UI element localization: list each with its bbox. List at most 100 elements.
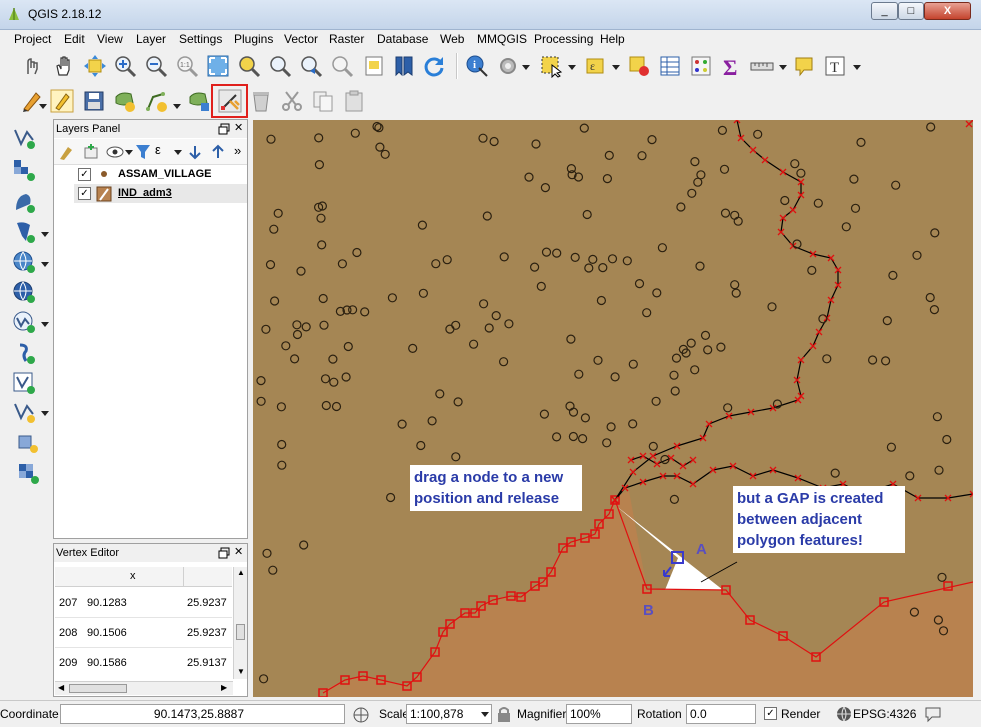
messages-icon[interactable] bbox=[924, 705, 942, 723]
add-wms-layer-icon[interactable] bbox=[12, 250, 36, 274]
chevron-down-icon[interactable] bbox=[125, 150, 133, 155]
statistical-summary-icon[interactable]: Σ bbox=[719, 54, 743, 78]
layer-name-assam-village[interactable]: ASSAM_VILLAGE bbox=[118, 166, 212, 183]
chevron-down-icon[interactable] bbox=[41, 411, 49, 416]
map-tips-icon[interactable] bbox=[792, 54, 816, 78]
add-wfs-layer-icon[interactable] bbox=[12, 310, 36, 334]
float-panel-icon[interactable] bbox=[218, 123, 230, 135]
menu-layer[interactable]: Layer bbox=[136, 32, 166, 46]
render-checkbox[interactable]: ✓ bbox=[764, 707, 777, 720]
cell-y[interactable]: 25.9237 bbox=[187, 627, 227, 639]
chevron-down-icon[interactable] bbox=[779, 65, 787, 70]
identify-features-icon[interactable]: i bbox=[465, 54, 489, 78]
menu-raster[interactable]: Raster bbox=[329, 32, 364, 46]
add-group-icon[interactable] bbox=[82, 143, 100, 161]
table-row[interactable]: 209 90.1586 25.9137 bbox=[55, 648, 232, 678]
column-header-x[interactable]: x bbox=[130, 570, 136, 582]
magnifier-spinbox[interactable]: 100% bbox=[566, 704, 632, 724]
scrollbar-thumb[interactable] bbox=[69, 684, 127, 693]
attribute-table-icon[interactable] bbox=[658, 54, 682, 78]
map-canvas[interactable]: drag a node to a new position and releas… bbox=[253, 120, 973, 697]
chevron-down-icon[interactable] bbox=[853, 65, 861, 70]
copy-features-icon[interactable] bbox=[311, 89, 335, 113]
menu-database[interactable]: Database bbox=[377, 32, 428, 46]
rotation-spinbox[interactable]: 0.0 bbox=[686, 704, 756, 724]
select-by-expression-icon[interactable]: ε bbox=[584, 54, 608, 78]
table-row[interactable]: 208 90.1506 25.9237 bbox=[55, 618, 232, 648]
add-geopackage-layer-icon[interactable] bbox=[16, 431, 40, 455]
zoom-next-icon[interactable] bbox=[330, 54, 354, 78]
new-bookmark-icon[interactable] bbox=[392, 54, 416, 78]
menu-web[interactable]: Web bbox=[440, 32, 464, 46]
add-vector-layer-icon[interactable] bbox=[12, 126, 36, 150]
filter-icon[interactable] bbox=[134, 143, 152, 161]
add-mssql-layer-icon[interactable] bbox=[16, 461, 40, 485]
scroll-down-icon[interactable]: ▼ bbox=[237, 667, 245, 676]
menu-edit[interactable]: Edit bbox=[64, 32, 85, 46]
layer-name-ind-adm3[interactable]: IND_adm3 bbox=[118, 185, 172, 202]
deselect-features-icon[interactable] bbox=[627, 54, 651, 78]
lock-scale-icon[interactable] bbox=[497, 706, 511, 723]
zoom-out-icon[interactable] bbox=[144, 54, 168, 78]
eye-icon[interactable] bbox=[106, 143, 124, 161]
save-layer-edits-icon[interactable] bbox=[82, 89, 106, 113]
zoom-to-selection-icon[interactable] bbox=[237, 54, 261, 78]
cell-y[interactable]: 25.9237 bbox=[187, 597, 227, 609]
pan-to-selection-icon[interactable] bbox=[83, 54, 107, 78]
add-wcs-layer-icon[interactable] bbox=[12, 280, 36, 304]
horizontal-scrollbar[interactable]: ◀ ▶ bbox=[55, 681, 233, 695]
chevron-down-icon[interactable] bbox=[568, 65, 576, 70]
add-delimited-text-layer-icon[interactable] bbox=[12, 341, 36, 365]
layer-visibility-checkbox[interactable]: ✓ bbox=[78, 187, 91, 200]
measure-line-icon[interactable] bbox=[750, 54, 774, 78]
menu-help[interactable]: Help bbox=[600, 32, 625, 46]
more-tools-button[interactable]: » bbox=[234, 143, 241, 158]
scrollbar-thumb[interactable] bbox=[236, 624, 245, 640]
chevron-down-icon[interactable] bbox=[522, 65, 530, 70]
crs-status[interactable]: EPSG:4326 bbox=[853, 707, 916, 721]
zoom-native-resolution-icon[interactable]: 1:1 bbox=[175, 54, 199, 78]
add-virtual-layer-icon[interactable] bbox=[12, 371, 36, 395]
select-features-icon[interactable] bbox=[539, 54, 563, 78]
new-map-view-icon[interactable] bbox=[362, 54, 386, 78]
paint-brush-icon[interactable] bbox=[58, 143, 76, 161]
menu-mmqgis[interactable]: MMQGIS bbox=[477, 32, 527, 46]
refresh-icon[interactable] bbox=[422, 54, 446, 78]
scroll-right-icon[interactable]: ▶ bbox=[221, 683, 227, 692]
pan-map-icon[interactable] bbox=[52, 54, 76, 78]
layer-visibility-checkbox[interactable]: ✓ bbox=[78, 168, 91, 181]
cell-y[interactable]: 25.9137 bbox=[187, 657, 227, 669]
collapse-all-icon[interactable] bbox=[209, 143, 227, 161]
add-spatialite-layer-icon[interactable] bbox=[12, 220, 36, 244]
expand-all-icon[interactable] bbox=[186, 143, 204, 161]
table-row[interactable]: 207 90.1283 25.9237 bbox=[55, 588, 232, 618]
delete-selected-icon[interactable] bbox=[249, 89, 273, 113]
new-shapefile-layer-icon[interactable] bbox=[12, 400, 36, 424]
toggle-editing-icon[interactable] bbox=[50, 89, 74, 113]
zoom-full-icon[interactable] bbox=[206, 54, 230, 78]
zoom-in-icon[interactable] bbox=[113, 54, 137, 78]
text-annotation-icon[interactable]: T bbox=[823, 54, 847, 78]
scroll-up-icon[interactable]: ▲ bbox=[237, 568, 245, 577]
add-feature-icon[interactable] bbox=[113, 89, 137, 113]
paste-features-icon[interactable] bbox=[342, 89, 366, 113]
chevron-down-icon[interactable] bbox=[481, 712, 489, 717]
filter-expression-icon[interactable]: ε bbox=[155, 142, 161, 157]
chevron-down-icon[interactable] bbox=[39, 104, 47, 109]
add-part-icon[interactable] bbox=[187, 89, 211, 113]
menu-settings[interactable]: Settings bbox=[179, 32, 222, 46]
crs-globe-icon[interactable] bbox=[836, 706, 852, 722]
map-rendering[interactable] bbox=[253, 120, 973, 697]
menu-processing[interactable]: Processing bbox=[534, 32, 593, 46]
cell-x[interactable]: 90.1283 bbox=[87, 597, 127, 609]
field-calculator-icon[interactable] bbox=[689, 54, 713, 78]
chevron-down-icon[interactable] bbox=[174, 150, 182, 155]
vertical-scrollbar[interactable]: ▲ ▼ bbox=[233, 567, 247, 679]
add-raster-layer-icon[interactable] bbox=[12, 158, 36, 182]
menu-plugins[interactable]: Plugins bbox=[234, 32, 273, 46]
toggle-extents-mouse-icon[interactable] bbox=[352, 706, 370, 724]
coordinate-field[interactable]: 90.1473,25.8887 bbox=[60, 704, 345, 724]
cell-x[interactable]: 90.1506 bbox=[87, 627, 127, 639]
chevron-down-icon[interactable] bbox=[41, 232, 49, 237]
chevron-down-icon[interactable] bbox=[612, 65, 620, 70]
